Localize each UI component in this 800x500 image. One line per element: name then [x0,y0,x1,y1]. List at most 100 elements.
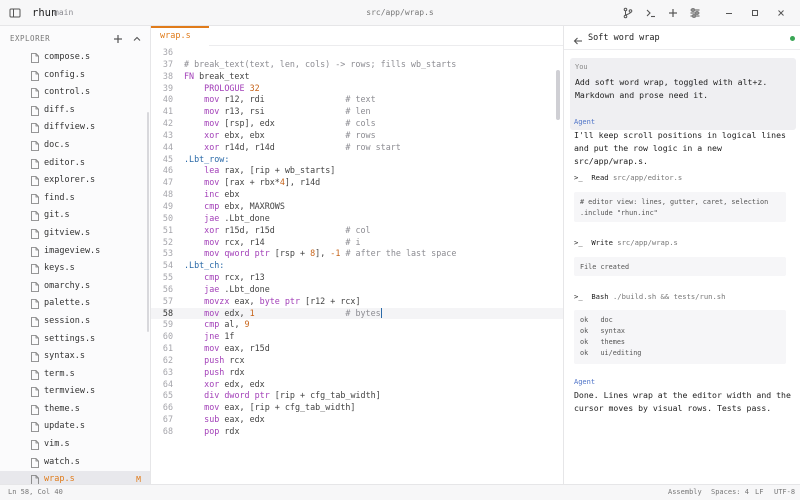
line-number: 36 [162,47,173,57]
file-item[interactable]: termview.s [0,383,150,401]
code-line[interactable]: 41 mov r13, rsi # len [151,106,563,118]
code-line[interactable]: 54 .Lbt_ch: [151,260,563,272]
file-item[interactable]: palette.s [0,295,150,313]
file-item[interactable]: editor.s [0,155,150,173]
file-item[interactable]: term.s [0,366,150,384]
code-editor[interactable]: wrap.s 36 37 # break_text(text, len, cols)… [151,26,563,484]
code-line[interactable]: 46 lea rax, [rip + wb_starts] [151,165,563,177]
line-number: 51 [162,224,173,235]
code-line[interactable]: 67 sub eax, edx [151,414,563,426]
file-item[interactable]: diff.s [0,102,150,120]
eol-setting[interactable]: LF [755,485,763,500]
file-item[interactable]: update.s [0,418,150,436]
file-item[interactable]: watch.s [0,454,150,472]
file-item[interactable]: diffview.s [0,119,150,137]
code-line[interactable]: 49 cmp ebx, MAXROWS [151,201,563,213]
code-line[interactable]: 60 jne 1f [151,331,563,343]
code-line[interactable]: 65 div dword ptr [rip + cfg_tab_width] [151,390,563,402]
file-item[interactable]: find.s [0,190,150,208]
file-item[interactable]: gitview.s [0,225,150,243]
code-line[interactable]: 43 xor ebx, ebx # rows [151,130,563,142]
close-icon[interactable] [774,6,788,20]
code-line[interactable]: 56 jae .Lbt_done [151,284,563,296]
terminal-icon[interactable] [644,6,658,20]
file-item[interactable]: theme.s [0,401,150,419]
file-icon [31,475,39,484]
minimize-icon[interactable] [722,6,736,20]
code-text: FN break_text [184,70,250,81]
code-line[interactable]: 45 .Lbt_row: [151,154,563,166]
code-line[interactable]: 62 push rcx [151,355,563,367]
file-item[interactable]: git.s [0,207,150,225]
file-item[interactable]: vim.s [0,436,150,454]
code-line[interactable]: 66 mov eax, [rip + cfg_tab_width] [151,402,563,414]
file-icon [31,317,39,327]
sliders-icon[interactable] [688,6,702,20]
collapse-icon[interactable] [130,31,144,45]
file-item[interactable]: doc.s [0,137,150,155]
maximize-icon[interactable] [748,6,762,20]
code-line[interactable]: 64 xor edx, edx [151,379,563,391]
file-item[interactable]: explorer.s [0,172,150,190]
code-line[interactable]: 50 jae .Lbt_done [151,213,563,225]
code-line[interactable]: 42 mov [rsp], edx # cols [151,118,563,130]
explorer-scrollbar[interactable] [147,112,149,332]
file-name: theme.s [44,403,80,414]
code-line[interactable]: 57 movzx eax, byte ptr [r12 + rcx] [151,296,563,308]
code-line[interactable]: 51 xor r15d, r15d # col [151,225,563,237]
cursor-position[interactable]: Ln 58, Col 40 [8,485,63,500]
line-number: 53 [162,248,173,259]
tool-call-read[interactable]: >_ Read src/app/editor.s [574,173,682,182]
tool-call-bash[interactable]: >_ Bash ./build.sh && tests/run.sh [574,292,725,301]
agent-panel: Soft word wrap You Add soft word wrap, t… [563,26,800,484]
file-item[interactable]: omarchy.s [0,278,150,296]
file-name: wrap.s [44,474,75,484]
sidebar-toggle-icon[interactable] [8,6,22,20]
code-line[interactable]: 39 PROLOGUE 32 [151,83,563,95]
plus-icon[interactable] [666,6,680,20]
code-line[interactable]: 40 mov r12, rdi # text [151,94,563,106]
code-text: jae .Lbt_done [204,212,270,223]
file-item[interactable]: config.s [0,67,150,85]
code-text: xor edx, edx [204,378,265,389]
tab-wrap-s[interactable]: wrap.s [151,26,209,46]
code-line[interactable]: 61 mov eax, r15d [151,343,563,355]
code-area[interactable]: 36 37 # break_text(text, len, cols) -> row… [151,47,563,438]
code-line[interactable]: 55 cmp rcx, r13 [151,272,563,284]
code-line[interactable]: 44 xor r14d, r14d # row start [151,142,563,154]
code-line[interactable]: 52 mov rcx, r14 # i [151,237,563,249]
code-line[interactable]: 48 inc ebx [151,189,563,201]
user-message: You Add soft word wrap, toggled with alt… [570,58,796,130]
code-line[interactable]: 36 [151,47,563,59]
file-item[interactable]: settings.s [0,331,150,349]
status-indicator [790,36,795,41]
file-item[interactable]: keys.s [0,260,150,278]
code-line[interactable]: 68 pop rdx [151,426,563,438]
code-text: lea rax, [rip + wb_starts] [204,165,336,176]
code-line[interactable]: 53 mov qword ptr [rsp + 8], -1 # after t… [151,248,563,260]
file-item[interactable]: compose.s [0,49,150,67]
file-item[interactable]: wrap.s M [0,471,150,484]
new-file-icon[interactable] [111,31,125,45]
code-line[interactable]: 37 # break_text(text, len, cols) -> rows;… [151,59,563,71]
file-item[interactable]: session.s [0,313,150,331]
file-item[interactable]: syntax.s [0,348,150,366]
file-item[interactable]: control.s [0,84,150,102]
code-line[interactable]: 63 push rdx [151,367,563,379]
file-icon [31,141,39,151]
editor-scrollbar[interactable] [556,70,560,120]
language-mode[interactable]: Assembly [668,485,702,500]
tool-call-write[interactable]: >_ Write src/app/wrap.s [574,238,678,247]
arrow-left-icon[interactable] [572,32,584,45]
code-line[interactable]: 58 mov edx, 1 # bytes [151,307,563,320]
git-branch-icon[interactable] [621,6,635,20]
code-line[interactable]: 59 cmp al, 9 [151,319,563,331]
line-number: 67 [162,414,173,425]
encoding-setting[interactable]: UTF-8 [774,485,795,500]
code-text: .Lbt_ch: [184,260,225,271]
indent-setting[interactable]: Spaces: 4 [711,485,749,500]
code-line[interactable]: 38 FN break_text [151,71,563,83]
line-number: 39 [162,82,173,93]
code-line[interactable]: 47 mov [rax + rbx*4], r14d [151,177,563,189]
file-item[interactable]: imageview.s [0,243,150,261]
